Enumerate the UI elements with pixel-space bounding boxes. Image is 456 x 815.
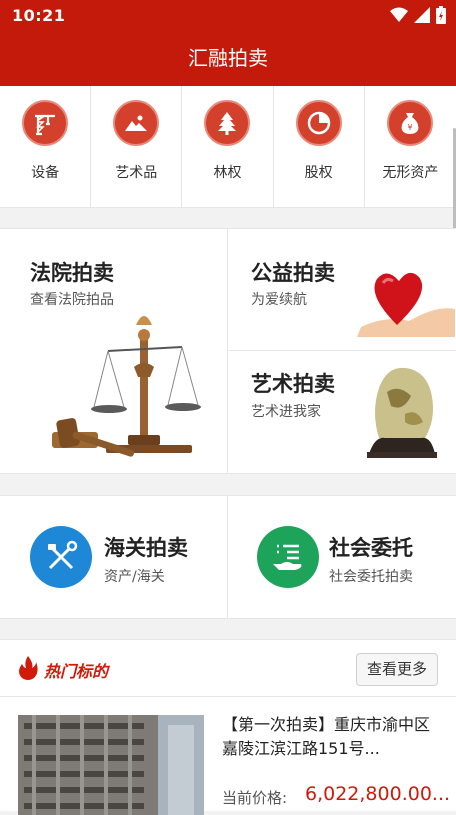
art-auction-subtitle: 艺术进我家 — [251, 404, 321, 420]
listing-item[interactable]: 【第一次拍卖】重庆市渝中区嘉陵江滨江路151号... 当前价格: 6,022,8… — [0, 697, 456, 815]
see-more-button[interactable]: 查看更多 — [356, 653, 438, 686]
category-label: 股权 — [304, 165, 333, 181]
court-auction-subtitle: 查看法院拍品 — [30, 292, 114, 308]
category-label: 艺术品 — [115, 165, 158, 181]
entrust-auction-title: 社会委托 — [329, 536, 413, 560]
category-equity[interactable]: 股权 — [274, 86, 365, 208]
flame-icon — [19, 656, 38, 680]
pie-chart-icon — [295, 100, 342, 146]
category-intangible[interactable]: ¥ 无形资产 — [365, 86, 456, 208]
category-label: 林权 — [213, 165, 242, 181]
hot-items-label: 热门标的 — [44, 662, 109, 681]
hot-items-header: 热门标的 查看更多 — [0, 639, 456, 697]
jade-stone-image — [367, 367, 437, 458]
customs-auction-title: 海关拍卖 — [104, 536, 188, 560]
charity-auction-card[interactable]: 公益拍卖 为爱续航 — [229, 229, 456, 351]
entrust-auction-subtitle: 社会委托拍卖 — [329, 569, 413, 585]
art-auction-card[interactable]: 艺术拍卖 艺术进我家 — [229, 352, 456, 473]
listing-image — [18, 715, 204, 815]
wifi-icon — [390, 7, 408, 22]
category-row: 设备 艺术品 林权 股权 ¥ 无形资产 — [0, 86, 456, 208]
listing-title: 【第一次拍卖】重庆市渝中区嘉陵江滨江路151号... — [222, 715, 431, 758]
handshake-icon — [257, 526, 319, 588]
category-label: 无形资产 — [382, 165, 439, 181]
art-auction-title: 艺术拍卖 — [251, 372, 335, 396]
crane-icon — [22, 100, 69, 146]
svg-text:¥: ¥ — [408, 123, 413, 132]
auction-types-grid-2: 海关拍卖 资产/海关 社会委托 社会委托拍卖 — [0, 495, 456, 619]
court-auction-title: 法院拍卖 — [30, 261, 114, 285]
auction-types-grid: 法院拍卖 查看法院拍品 公益拍卖 为爱续航 艺术拍卖 艺术进我家 — [0, 228, 456, 474]
entrust-auction-card[interactable]: 社会委托 社会委托拍卖 — [229, 496, 456, 618]
status-bar: 10:21 — [0, 0, 456, 30]
court-auction-card[interactable]: 法院拍卖 查看法院拍品 — [0, 229, 228, 473]
category-forest[interactable]: 林权 — [182, 86, 274, 208]
scales-gavel-image — [52, 316, 201, 457]
price-label: 当前价格: — [222, 789, 288, 807]
painting-icon — [113, 100, 160, 146]
customs-auction-card[interactable]: 海关拍卖 资产/海关 — [0, 496, 228, 618]
page-title: 汇融拍卖 — [188, 46, 268, 70]
tree-icon — [204, 100, 251, 146]
charity-auction-title: 公益拍卖 — [251, 261, 335, 285]
category-art[interactable]: 艺术品 — [91, 86, 183, 208]
status-icons — [390, 6, 446, 24]
category-label: 设备 — [31, 165, 60, 181]
status-time: 10:21 — [12, 6, 66, 25]
customs-auction-subtitle: 资产/海关 — [104, 569, 165, 585]
category-equipment[interactable]: 设备 — [0, 86, 92, 208]
charity-auction-subtitle: 为爱续航 — [251, 292, 307, 308]
money-bag-icon: ¥ — [387, 100, 434, 146]
customs-icon — [30, 526, 92, 588]
battery-icon — [436, 6, 446, 24]
app-header: 汇融拍卖 — [0, 30, 456, 86]
signal-icon — [414, 7, 430, 23]
price-value: 6,022,800.00... — [305, 783, 451, 805]
heart-hands-image — [357, 272, 455, 337]
